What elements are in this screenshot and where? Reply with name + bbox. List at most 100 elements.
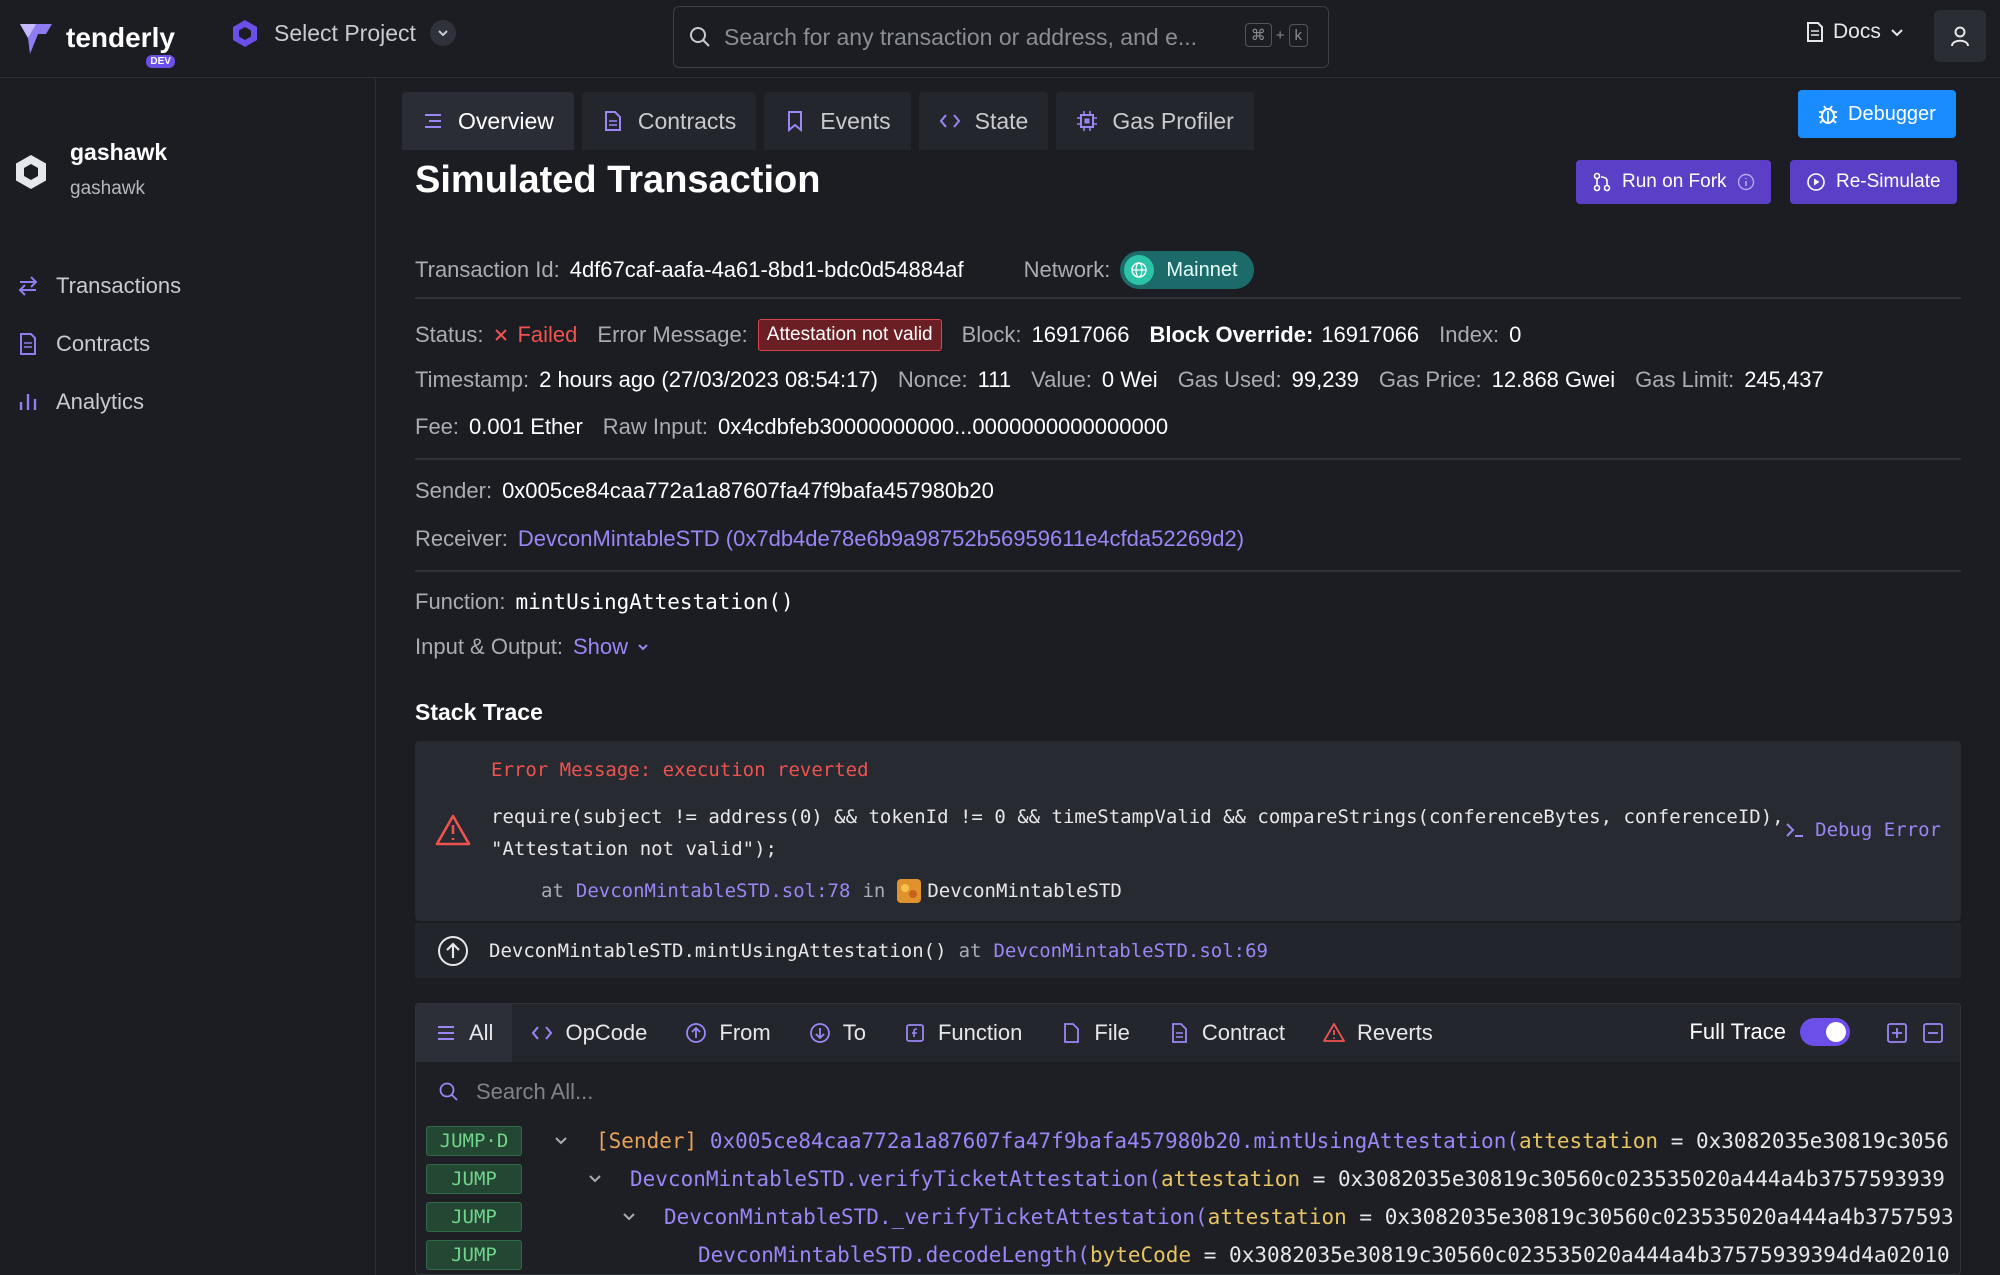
tab-label: Overview [458,108,554,135]
re-simulate-button[interactable]: Re-Simulate [1790,160,1957,204]
stack-call-row[interactable]: DevconMintableSTD.mintUsingAttestation()… [415,923,1961,978]
trace-tab-from[interactable]: From [666,1004,789,1062]
trace-row[interactable]: JUMP·D [Sender] 0x005ce84caa772a1a87607f… [416,1122,1960,1160]
collapse-all-icon[interactable] [1922,1022,1944,1044]
index-value: 0 [1509,322,1521,348]
trace-row[interactable]: JUMP DevconMintableSTD._verifyTicketAtte… [416,1198,1960,1236]
trace-filter-tabs: All OpCode From To Function File [416,1004,1960,1062]
file-link[interactable]: DevconMintableSTD.sol:78 [576,880,851,902]
tenderly-logo-icon [16,18,56,58]
fee-row: Fee: 0.001 Ether Raw Input: 0x4cdbfeb300… [415,414,1188,440]
account-name: gashawk [70,139,167,166]
trace-search[interactable] [416,1062,1960,1122]
function-label: Function: [415,589,506,615]
sidebar-item-transactions[interactable]: Transactions [16,257,181,315]
trace-tab-label: All [469,1020,493,1046]
trace-tab-to[interactable]: To [790,1004,885,1062]
io-show-toggle[interactable]: Show [573,634,650,660]
tab-events[interactable]: Events [764,92,910,150]
block-value[interactable]: 16917066 [1032,322,1130,348]
full-trace-label: Full Trace [1689,1019,1786,1045]
network-label: Network: [1024,257,1111,283]
chip-icon [1076,110,1098,132]
trace-tab-reverts[interactable]: Reverts [1304,1004,1452,1062]
search-icon [438,1081,460,1103]
dev-badge: DEV [146,55,175,68]
opcode-badge: JUMP·D [426,1126,522,1156]
trace-tab-label: From [719,1020,770,1046]
gas-price-value: 12.868 Gwei [1492,367,1616,393]
tab-label: Gas Profiler [1112,108,1233,135]
contract-ref[interactable]: DevconMintableSTD [897,879,1121,903]
global-search[interactable]: ⌘ + k [673,6,1329,68]
fee-label: Fee: [415,414,459,440]
gas-limit-label: Gas Limit: [1635,367,1734,393]
trace-tab-file[interactable]: File [1041,1004,1148,1062]
brand-name: tenderlyDEV [66,22,175,54]
project-label: Select Project [274,20,416,47]
nonce-label: Nonce: [898,367,968,393]
io-row: Input & Output: Show [415,634,650,660]
search-input[interactable] [724,24,1244,51]
trace-tab-function[interactable]: Function [885,1004,1041,1062]
error-label: Error Message: [597,322,747,348]
sender-value[interactable]: 0x005ce84caa772a1a87607fa47f9bafa457980b… [502,478,994,504]
call-trace-panel: All OpCode From To Function File [415,1003,1961,1275]
warning-icon [435,813,471,847]
terminal-icon [1785,821,1805,839]
chevron-down-icon[interactable] [587,1171,603,1187]
contract-name: DevconMintableSTD [927,880,1121,902]
io-show-label: Show [573,634,628,660]
trace-tab-opcode[interactable]: OpCode [512,1004,666,1062]
expand-all-icon[interactable] [1886,1022,1908,1044]
account-hexagon-icon [14,153,48,191]
tx-tabs: Overview Contracts Events State Gas Prof… [402,92,1254,150]
trace-row[interactable]: JUMP DevconMintableSTD.decodeLength(byte… [416,1236,1960,1274]
raw-input-label: Raw Input: [603,414,708,440]
user-menu-button[interactable] [1934,10,1986,62]
function-row: Function: mintUsingAttestation() [415,589,814,615]
block-override-label: Block Override: [1149,322,1313,348]
tab-contracts[interactable]: Contracts [582,92,756,150]
account-switcher[interactable]: gashawk gashawk [14,139,167,200]
trace-search-input[interactable] [476,1079,1076,1105]
trace-tab-contract[interactable]: Contract [1149,1004,1304,1062]
trace-row[interactable]: JUMP DevconMintableSTD.verifyTicketAttes… [416,1160,1960,1198]
stack-code: require(subject != address(0) && tokenId… [491,801,1784,865]
main-content: Overview Contracts Events State Gas Prof… [377,79,2000,1275]
value-label: Value: [1031,367,1092,393]
list-icon [435,1022,457,1044]
gas-price-label: Gas Price: [1379,367,1482,393]
tx-id-value[interactable]: 4df67caf-aafa-4a61-8bd1-bdc0d54884af [570,257,964,283]
debug-error-button[interactable]: Debug Error [1785,819,1941,841]
sidebar-item-contracts[interactable]: Contracts [16,315,181,373]
receiver-row: Receiver: DevconMintableSTD (0x7db4de78e… [415,526,1244,552]
network-value: Mainnet [1166,259,1237,282]
search-shortcut: ⌘ + k [1245,23,1308,47]
document-icon [1168,1022,1190,1044]
nonce-value: 111 [978,367,1011,393]
document-icon [16,332,40,356]
chevron-down-icon[interactable] [621,1209,637,1225]
sidebar-item-label: Contracts [56,331,150,357]
trace-tab-all[interactable]: All [416,1004,512,1062]
tab-overview[interactable]: Overview [402,92,574,150]
expand-collapse-controls [1886,1022,1944,1044]
full-trace-toggle[interactable] [1800,1018,1850,1046]
tenderly-logo[interactable]: tenderlyDEV [16,18,175,58]
run-on-fork-label: Run on Fork [1622,171,1727,193]
tab-gas-profiler[interactable]: Gas Profiler [1056,92,1253,150]
opcode-badge: JUMP [426,1202,522,1232]
project-selector[interactable]: Select Project [230,18,456,48]
sender-label: Sender: [415,478,492,504]
sidebar-item-analytics[interactable]: Analytics [16,373,181,431]
docs-menu[interactable]: Docs [1805,20,1905,44]
run-on-fork-button[interactable]: Run on Fork [1576,160,1771,204]
tab-state[interactable]: State [919,92,1049,150]
call-file-link[interactable]: DevconMintableSTD.sol:69 [993,940,1268,962]
raw-input-value[interactable]: 0x4cdbfeb30000000000...0000000000000000 [718,414,1168,440]
debugger-button[interactable]: Debugger [1798,90,1956,138]
receiver-link[interactable]: DevconMintableSTD (0x7db4de78e6b9a98752b… [518,526,1244,552]
bug-icon [1818,103,1838,125]
chevron-down-icon[interactable] [553,1133,569,1149]
